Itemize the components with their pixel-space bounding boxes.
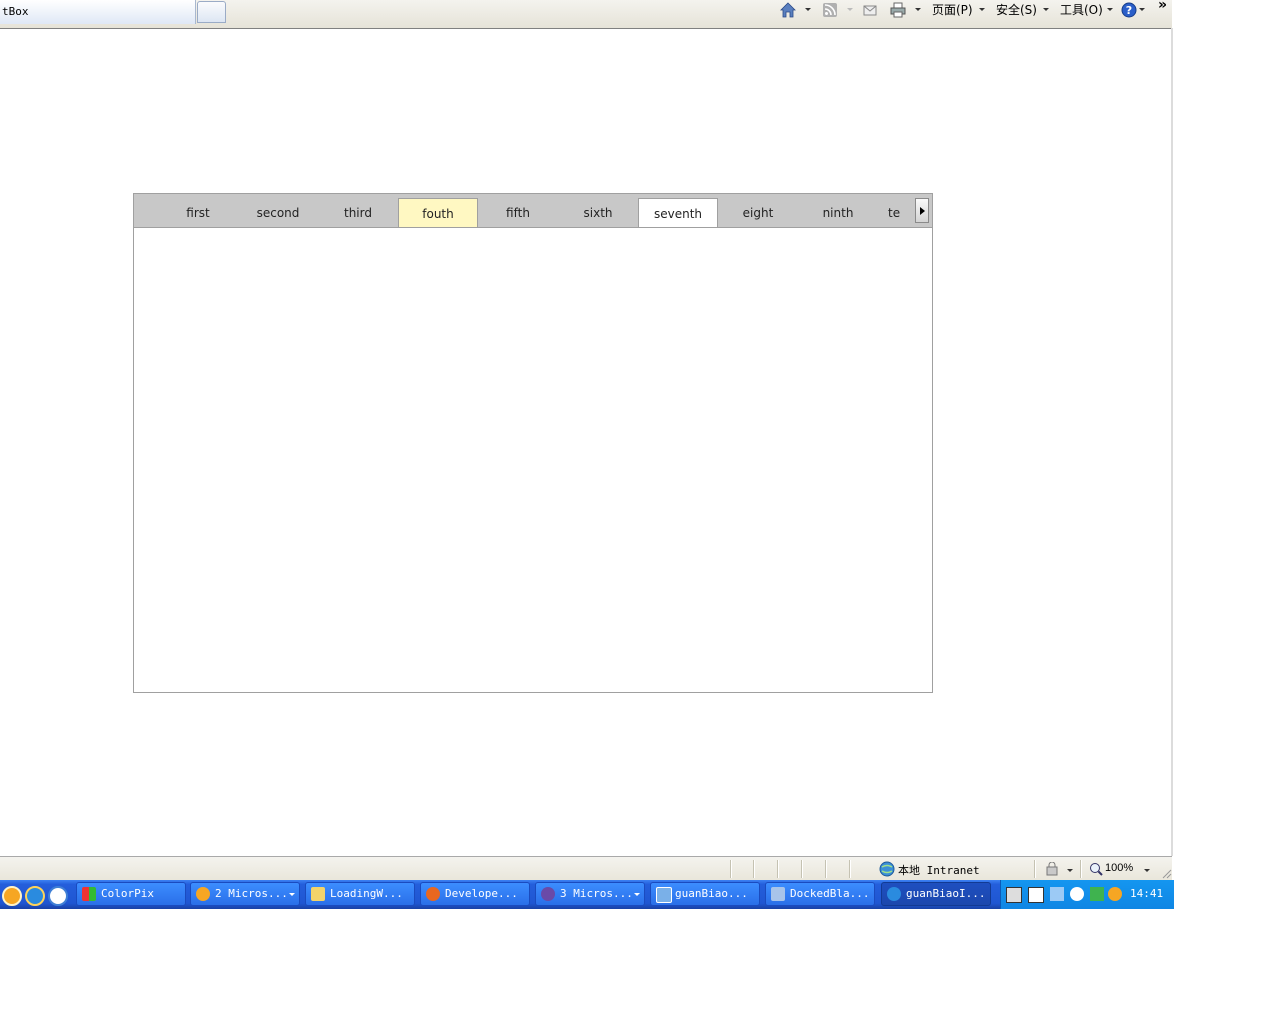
taskbar-button-colorpix[interactable]: ColorPix: [76, 882, 186, 906]
tab-scroll-right-button[interactable]: [915, 198, 929, 223]
tab-content-panel: [134, 228, 932, 692]
taskbar-button-editor[interactable]: guanBiao...: [650, 882, 760, 906]
group-dropdown-arrow: [289, 893, 295, 896]
protected-mode-arrow[interactable]: [1067, 869, 1073, 872]
taskbar-button-firefox[interactable]: Develope...: [420, 882, 530, 906]
print-dropdown-arrow[interactable]: [915, 8, 921, 11]
tab-ninth[interactable]: ninth: [798, 198, 878, 227]
taskbar-button-label: guanBiaoI...: [906, 887, 986, 900]
help-icon[interactable]: ?: [1121, 2, 1137, 18]
help-tray-icon[interactable]: [1028, 887, 1044, 903]
tab-sixth[interactable]: sixth: [558, 198, 638, 227]
toolbar-overflow-chevron[interactable]: »: [1158, 0, 1167, 13]
browser-tab-title: tBox: [2, 5, 29, 18]
taskbar-button-label: 2 Micros...: [215, 887, 288, 900]
svg-text:?: ?: [1126, 4, 1132, 17]
page-menu-arrow: [979, 8, 985, 11]
page-menu[interactable]: 页面(P): [932, 1, 973, 19]
toolbar-divider: [0, 28, 1172, 29]
taskbar: ColorPix 2 Micros... LoadingW... Develop…: [0, 880, 1174, 909]
tools-menu[interactable]: 工具(O): [1060, 1, 1103, 19]
tab-fouth[interactable]: fouth: [398, 198, 478, 227]
print-icon[interactable]: [890, 2, 906, 18]
feeds-icon[interactable]: [822, 2, 838, 18]
chat-tray-icon[interactable]: [1108, 887, 1122, 901]
new-tab-button[interactable]: [197, 1, 226, 23]
status-separator: [1034, 860, 1036, 878]
folder-icon: [311, 887, 325, 901]
home-icon[interactable]: [780, 2, 796, 18]
quicklaunch-ie-alt-icon[interactable]: [48, 886, 68, 906]
tab-third[interactable]: third: [318, 198, 398, 227]
tab-widget: first second third fouth fifth sixth sev…: [133, 193, 933, 693]
taskbar-button-label: ColorPix: [101, 887, 154, 900]
taskbar-button-label: DockedBla...: [790, 887, 870, 900]
home-dropdown-arrow[interactable]: [805, 8, 811, 11]
taskbar-button-visual-studio-group[interactable]: 3 Micros...: [535, 882, 645, 906]
taskbar-button-ie-active[interactable]: guanBiaoI...: [881, 882, 991, 906]
taskbar-button-label: LoadingW...: [330, 887, 403, 900]
tab-fifth[interactable]: fifth: [478, 198, 558, 227]
taskbar-button-label: guanBiao...: [675, 887, 748, 900]
clock: 14:41: [1130, 887, 1164, 900]
zoom-dropdown-arrow[interactable]: [1144, 869, 1150, 872]
safety-menu[interactable]: 安全(S): [996, 1, 1037, 19]
security-zone-label: 本地 Intranet: [898, 864, 980, 877]
taskbar-button-label: 3 Micros...: [560, 887, 633, 900]
window-right-edge: [1171, 28, 1173, 856]
tab-strip: first second third fouth fifth sixth sev…: [134, 194, 932, 228]
help-dropdown-arrow[interactable]: [1139, 8, 1145, 11]
taskbar-button-label: Develope...: [445, 887, 518, 900]
quicklaunch-chat-icon[interactable]: [2, 886, 22, 906]
zoom-icon[interactable]: [1089, 862, 1103, 876]
tab-eight[interactable]: eight: [718, 198, 798, 227]
safety-menu-arrow: [1043, 8, 1049, 11]
status-bar: 本地 Intranet 100%: [0, 856, 1172, 881]
ie-icon: [887, 887, 901, 901]
zoom-level[interactable]: 100%: [1105, 862, 1133, 874]
mail-icon[interactable]: [862, 2, 878, 18]
tab-tenth[interactable]: te: [878, 198, 908, 227]
tools-menu-arrow: [1107, 8, 1113, 11]
feeds-dropdown-arrow[interactable]: [847, 8, 853, 11]
tab-first[interactable]: first: [158, 198, 238, 227]
firefox-icon: [426, 887, 440, 901]
taskbar-button-docked[interactable]: DockedBla...: [765, 882, 875, 906]
status-separator: [730, 860, 732, 878]
puzzle-icon: [771, 887, 785, 901]
editor-icon: [656, 887, 672, 903]
resize-grip-icon[interactable]: [1160, 867, 1172, 879]
status-separator: [753, 860, 755, 878]
status-separator: [801, 860, 803, 878]
chat-icon: [196, 887, 210, 901]
keyboard-icon[interactable]: [1006, 887, 1022, 903]
status-separator: [1080, 860, 1082, 878]
tab-second[interactable]: second: [238, 198, 318, 227]
status-separator: [777, 860, 779, 878]
colorpix-icon: [82, 887, 96, 901]
protected-mode-icon[interactable]: [1044, 862, 1060, 876]
status-separator: [849, 860, 851, 878]
quicklaunch-ie-icon[interactable]: [25, 886, 45, 906]
taskbar-button-chat-group[interactable]: 2 Micros...: [190, 882, 300, 906]
intranet-zone-icon: [879, 861, 895, 877]
messenger-icon[interactable]: [1090, 887, 1104, 901]
browser-tab-active[interactable]: tBox: [0, 0, 196, 24]
browser-toolbar: tBox 页面(P) 安全(S) 工具(O) ? »: [0, 0, 1172, 29]
visual-studio-icon: [541, 887, 555, 901]
tab-seventh[interactable]: seventh: [638, 198, 718, 227]
show-hidden-icons-icon[interactable]: [1070, 887, 1084, 901]
taskbar-button-folder[interactable]: LoadingW...: [305, 882, 415, 906]
status-separator: [825, 860, 827, 878]
group-dropdown-arrow: [634, 893, 640, 896]
network-icon[interactable]: [1050, 887, 1064, 901]
